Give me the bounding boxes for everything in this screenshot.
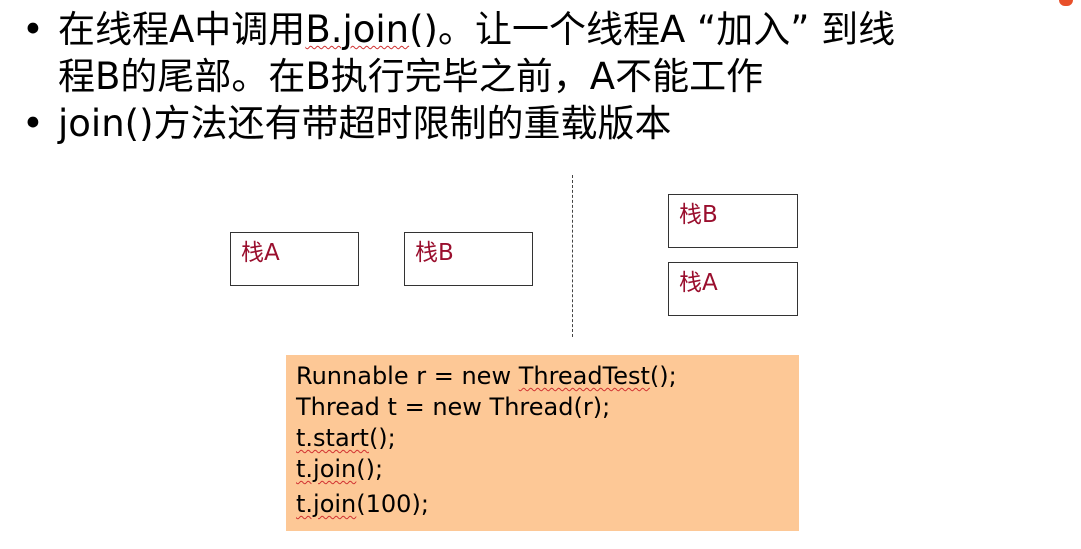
code-line-2: Thread t = new Thread(r);	[296, 393, 611, 421]
bullet-text: 在线程A中调用B.join()。让一个线程A “加入” 到线 程B的尾部。在B执行…	[58, 8, 895, 98]
code-method-call: t.start	[296, 424, 369, 452]
bullet-text-part: ()。让一个线程A “加入” 到线	[409, 8, 896, 51]
code-text: ();	[368, 424, 396, 452]
code-line-5: t.join(100);	[296, 489, 799, 520]
divider-dashed-line	[572, 175, 573, 337]
code-line-4: t.join();	[296, 454, 799, 485]
bullet-text-part: 在线程A中调用	[58, 8, 306, 51]
code-text: Runnable r = new	[296, 362, 519, 390]
code-text: ();	[649, 362, 677, 390]
code-class-name: ThreadTest	[518, 362, 650, 390]
stack-label: 栈B	[415, 240, 454, 266]
code-line-1: Runnable r = new ThreadTest();	[296, 361, 799, 392]
bullet-text-join-term: B.join	[305, 8, 410, 51]
bullet-glyph: •	[22, 8, 44, 51]
code-snippet-box: Runnable r = new ThreadTest(); Thread t …	[286, 355, 799, 531]
code-text: ();	[356, 455, 384, 483]
bullet-text: join()方法还有带超时限制的重载版本	[58, 102, 672, 145]
bullet-glyph: •	[22, 102, 44, 145]
stack-box-b-right-top: 栈B	[668, 194, 798, 248]
bullet-text-part: 程B的尾部。在B执行完毕之前，A不能工作	[58, 55, 764, 98]
stack-label: 栈A	[679, 270, 718, 296]
stack-box-a-right-bottom: 栈A	[668, 262, 798, 316]
bullet-item-join-overload: • join()方法还有带超时限制的重载版本	[22, 100, 1062, 147]
code-text: (100);	[356, 490, 429, 518]
code-method-call: t.join	[296, 455, 357, 483]
bullet-item-join-explanation: • 在线程A中调用B.join()。让一个线程A “加入” 到线 程B的尾部。在B…	[22, 6, 1062, 100]
stack-box-a-left: 栈A	[230, 232, 359, 286]
code-method-call: t.join	[296, 490, 357, 518]
stack-box-b-middle: 栈B	[404, 232, 533, 286]
stack-label: 栈B	[679, 202, 718, 228]
code-line-3: t.start();	[296, 423, 799, 454]
bullet-list: • 在线程A中调用B.join()。让一个线程A “加入” 到线 程B的尾部。在B…	[22, 6, 1062, 147]
stack-label: 栈A	[241, 240, 280, 266]
